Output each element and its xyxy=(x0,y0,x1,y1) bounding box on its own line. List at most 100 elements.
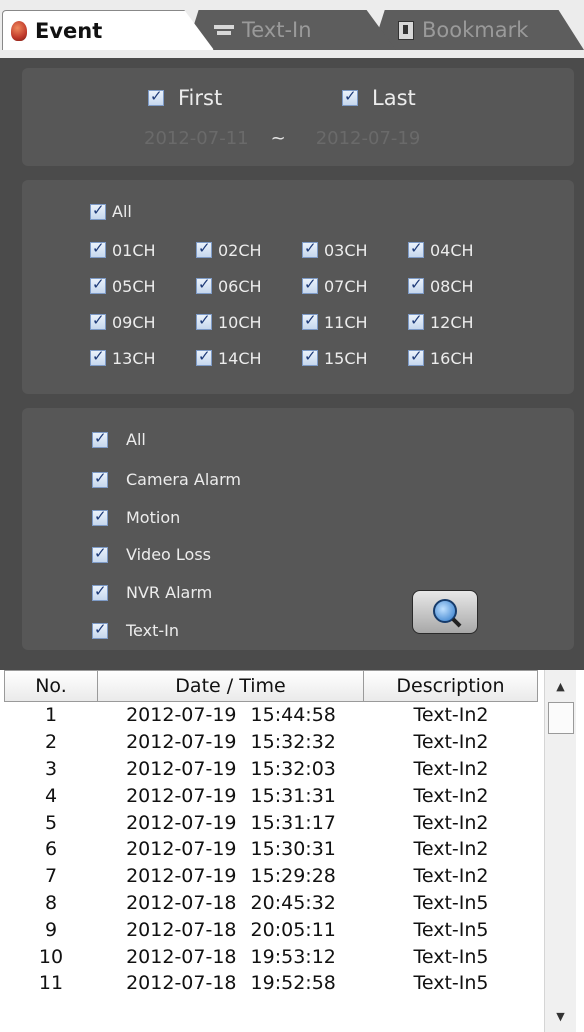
channel-checkbox[interactable] xyxy=(302,239,318,258)
channel-checkbox[interactable] xyxy=(302,311,318,330)
end-date[interactable]: 2012-07-19 xyxy=(316,128,421,149)
event-type-item[interactable]: Text-In xyxy=(92,620,179,640)
event-type-checkbox[interactable] xyxy=(92,620,108,639)
channel-checkbox[interactable] xyxy=(90,239,106,258)
cell-description: Text-In2 xyxy=(413,838,489,861)
channel-item[interactable]: 11CH xyxy=(302,304,408,340)
channel-label: 01CH xyxy=(112,240,156,260)
scroll-thumb[interactable] xyxy=(548,702,574,734)
channel-checkbox[interactable] xyxy=(90,311,106,330)
last-checkbox[interactable] xyxy=(342,87,358,106)
cell-datetime: 2012-07-19 15:32:03 xyxy=(126,757,336,780)
channel-label: 04CH xyxy=(430,240,474,260)
table-row[interactable]: 8 2012-07-18 20:45:32 Text-In5 xyxy=(4,890,538,917)
date-separator: ~ xyxy=(270,128,286,149)
event-type-item[interactable]: All xyxy=(92,429,146,449)
channel-item[interactable]: 16CH xyxy=(408,340,514,376)
date-filter-panel xyxy=(22,68,574,166)
bookmark-icon xyxy=(398,20,414,40)
scroll-down-icon[interactable]: ▼ xyxy=(545,1000,576,1032)
column-header-description[interactable]: Description xyxy=(364,670,538,702)
tab-bar: Event Text-In Bookmark xyxy=(0,0,584,58)
column-header-datetime[interactable]: Date / Time xyxy=(98,670,364,702)
first-checkbox-row[interactable]: First xyxy=(148,86,222,110)
channel-item[interactable]: 05CH xyxy=(90,268,196,304)
channel-item[interactable]: 14CH xyxy=(196,340,302,376)
event-type-label: NVR Alarm xyxy=(126,583,213,602)
cell-no: 11 xyxy=(38,972,64,995)
table-row[interactable]: 2 2012-07-19 15:32:32 Text-In2 xyxy=(4,729,538,756)
event-type-checkbox[interactable] xyxy=(92,582,108,601)
channel-checkbox[interactable] xyxy=(302,275,318,294)
cell-description: Text-In5 xyxy=(413,972,489,995)
scroll-up-icon[interactable]: ▲ xyxy=(545,670,576,702)
event-type-item[interactable]: Video Loss xyxy=(92,544,211,564)
channel-item[interactable]: 08CH xyxy=(408,268,514,304)
channel-item[interactable]: 06CH xyxy=(196,268,302,304)
channel-checkbox[interactable] xyxy=(196,239,212,258)
cell-description: Text-In2 xyxy=(413,731,489,754)
cell-no: 6 xyxy=(44,838,58,861)
start-date[interactable]: 2012-07-11 xyxy=(144,128,249,149)
channel-checkbox[interactable] xyxy=(196,311,212,330)
channel-checkbox[interactable] xyxy=(90,347,106,366)
channel-checkbox[interactable] xyxy=(408,347,424,366)
cell-no: 7 xyxy=(44,865,58,888)
channel-item[interactable]: 09CH xyxy=(90,304,196,340)
tab-text-in[interactable]: Text-In xyxy=(186,10,396,50)
channel-item[interactable]: 10CH xyxy=(196,304,302,340)
channel-checkbox[interactable] xyxy=(196,275,212,294)
channel-label: 07CH xyxy=(324,276,368,296)
channel-checkbox[interactable] xyxy=(408,239,424,258)
first-label: First xyxy=(178,86,223,110)
text-in-icon xyxy=(214,23,234,37)
channel-item[interactable]: 04CH xyxy=(408,232,514,268)
channel-checkbox[interactable] xyxy=(302,347,318,366)
channel-label: 10CH xyxy=(218,312,262,332)
channel-item[interactable]: 02CH xyxy=(196,232,302,268)
vertical-scrollbar[interactable]: ▲ ▼ xyxy=(544,670,576,1032)
channel-all-checkbox[interactable] xyxy=(90,201,106,220)
channel-item[interactable]: 01CH xyxy=(90,232,196,268)
event-type-checkbox[interactable] xyxy=(92,429,108,448)
channel-checkbox[interactable] xyxy=(408,275,424,294)
tab-event[interactable]: Event xyxy=(2,10,214,50)
channel-checkbox[interactable] xyxy=(408,311,424,330)
cell-description: Text-In5 xyxy=(413,891,489,914)
event-type-item[interactable]: Camera Alarm xyxy=(92,469,241,489)
channel-all-row[interactable]: All xyxy=(90,201,132,221)
channel-item[interactable]: 15CH xyxy=(302,340,408,376)
table-row[interactable]: 1 2012-07-19 15:44:58 Text-In2 xyxy=(4,702,538,729)
cell-description: Text-In2 xyxy=(413,865,489,888)
channel-item[interactable]: 13CH xyxy=(90,340,196,376)
table-row[interactable]: 9 2012-07-18 20:05:11 Text-In5 xyxy=(4,916,538,943)
event-type-item[interactable]: Motion xyxy=(92,507,180,527)
table-row[interactable]: 11 2012-07-18 19:52:58 Text-In5 xyxy=(4,970,538,997)
tab-event-label: Event xyxy=(35,18,103,43)
table-row[interactable]: 5 2012-07-19 15:31:17 Text-In2 xyxy=(4,809,538,836)
channel-item[interactable]: 07CH xyxy=(302,268,408,304)
cell-no: 3 xyxy=(44,757,58,780)
channel-checkbox[interactable] xyxy=(196,347,212,366)
search-button[interactable] xyxy=(412,590,478,634)
event-type-item[interactable]: NVR Alarm xyxy=(92,582,213,602)
event-type-label: All xyxy=(126,430,146,449)
event-type-checkbox[interactable] xyxy=(92,469,108,488)
table-row[interactable]: 3 2012-07-19 15:32:03 Text-In2 xyxy=(4,756,538,783)
channel-item[interactable]: 03CH xyxy=(302,232,408,268)
table-row[interactable]: 10 2012-07-18 19:53:12 Text-In5 xyxy=(4,943,538,970)
channel-checkbox[interactable] xyxy=(90,275,106,294)
event-type-checkbox[interactable] xyxy=(92,544,108,563)
event-type-checkbox[interactable] xyxy=(92,507,108,526)
table-row[interactable]: 4 2012-07-19 15:31:31 Text-In2 xyxy=(4,782,538,809)
channel-label: 11CH xyxy=(324,312,368,332)
table-header: No. Date / Time Description xyxy=(4,670,538,702)
table-row[interactable]: 6 2012-07-19 15:30:31 Text-In2 xyxy=(4,836,538,863)
table-row[interactable]: 7 2012-07-19 15:29:28 Text-In2 xyxy=(4,863,538,890)
channel-item[interactable]: 12CH xyxy=(408,304,514,340)
last-checkbox-row[interactable]: Last xyxy=(342,86,416,110)
tab-bookmark[interactable]: Bookmark xyxy=(372,10,584,50)
column-header-no[interactable]: No. xyxy=(4,670,98,702)
first-checkbox[interactable] xyxy=(148,87,164,106)
event-type-label: Text-In xyxy=(126,621,179,640)
